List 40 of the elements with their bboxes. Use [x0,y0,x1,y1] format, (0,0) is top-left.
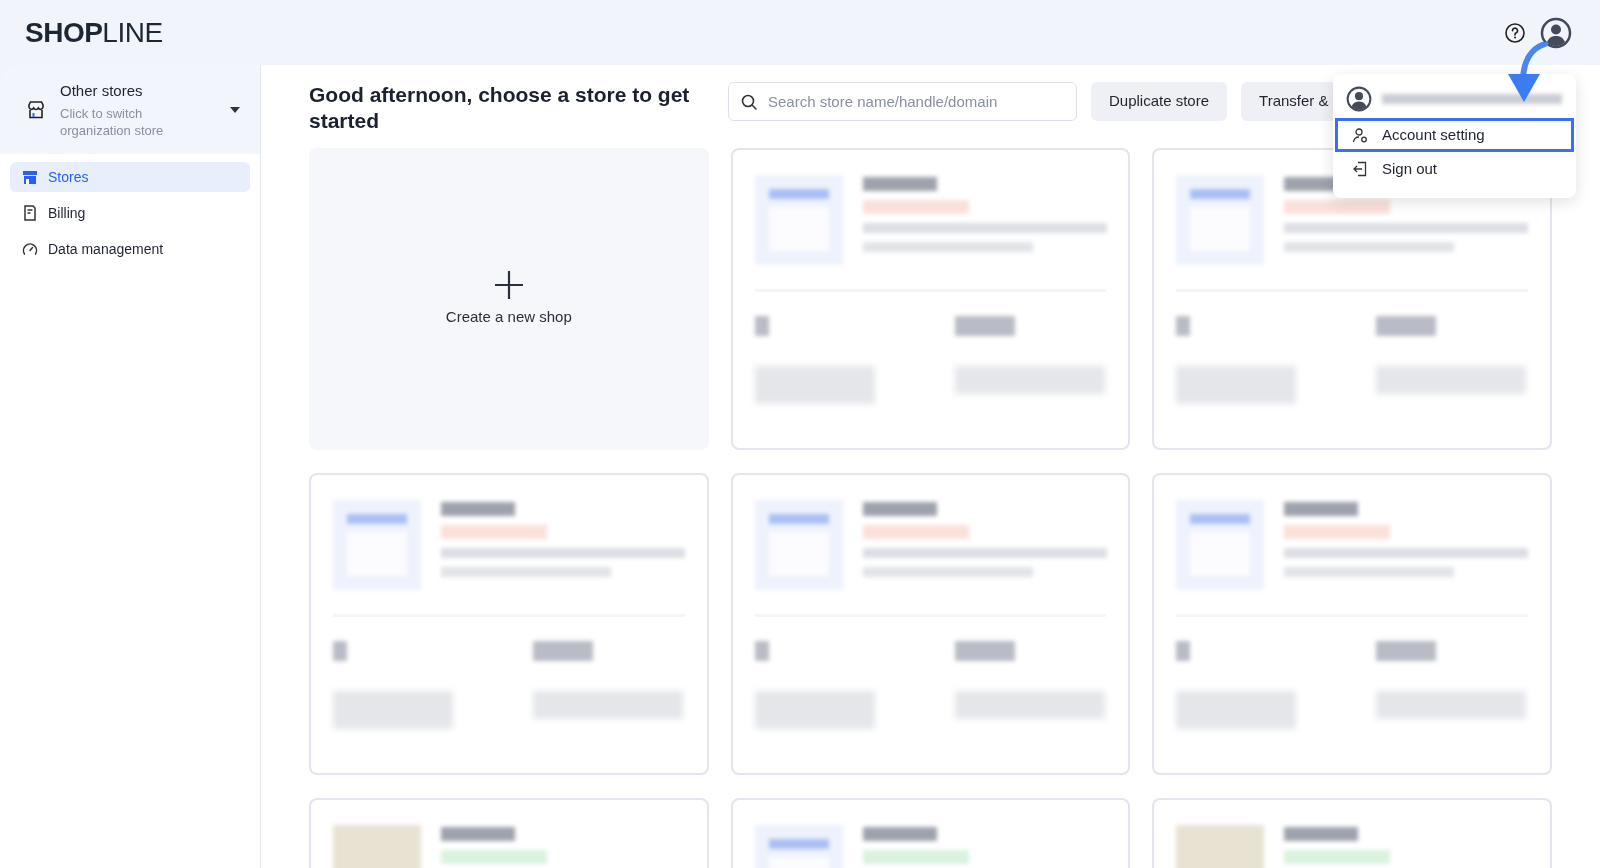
page-heading: Good afternoon, choose a store to get started [309,82,691,134]
gauge-icon [22,241,38,257]
create-shop-label: Create a new shop [445,306,572,327]
nav-item[interactable]: Stores [10,162,250,192]
blurred-text [1176,316,1191,336]
toolbar-button[interactable]: Duplicate store [1091,82,1228,121]
menu-item[interactable]: Sign out [1335,152,1574,186]
logo: SHOPLINE [25,15,163,50]
storefront-icon [26,99,46,120]
user-settings-icon [1352,127,1368,143]
nav-item[interactable]: Data management [10,234,250,264]
store-card[interactable] [309,473,709,775]
switcher-subtitle: Click to switch organization store [60,104,165,139]
switcher-title: Other stores [60,81,144,102]
storefront-icon [22,169,38,185]
blurred-text [954,641,1015,661]
store-switcher[interactable]: Other stores Click to switch organization store [0,65,260,154]
menu-item[interactable]: Account setting [1335,118,1574,152]
blurred-text [533,641,593,661]
document-icon [22,205,38,221]
avatar-icon[interactable] [1540,16,1572,49]
blurred-text [954,316,1015,336]
blurred-text [754,641,769,661]
nav-item[interactable]: Billing [10,198,250,228]
create-shop-card[interactable]: Create a new shop [309,148,709,450]
caret-icon [230,106,240,113]
sign-out-icon [1352,161,1368,177]
store-card[interactable] [730,473,1131,775]
blurred-text [1376,316,1437,336]
store-card[interactable] [1152,473,1552,775]
search-field[interactable]: Search store name/handle/domain [728,82,1077,121]
blurred-text [333,641,347,661]
search-icon [741,94,757,110]
avatar-icon [1346,86,1372,112]
blurred-text [754,316,769,336]
store-card[interactable] [730,148,1131,450]
blurred-text [1376,641,1437,661]
help-icon[interactable] [1504,21,1526,44]
blurred-text [1176,641,1191,661]
plus-icon [493,269,524,300]
